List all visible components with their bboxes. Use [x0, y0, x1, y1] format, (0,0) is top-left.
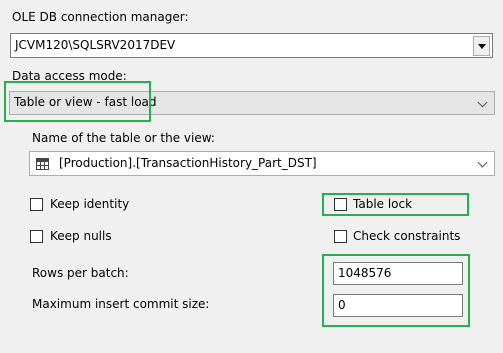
rows-per-batch-label: Rows per batch: [32, 266, 129, 280]
connection-manager-dropdown[interactable]: JCVM120\SQLSRV2017DEV [10, 33, 493, 58]
connection-dropdown-button[interactable] [473, 36, 490, 56]
rows-per-batch-value: 1048576 [338, 266, 392, 280]
table-icon [36, 158, 49, 170]
keep-nulls-checkbox[interactable] [30, 230, 43, 243]
data-access-mode-dropdown[interactable]: Table or view - fast load [9, 91, 495, 115]
max-insert-commit-size-label: Maximum insert commit size: [32, 297, 210, 311]
table-name-dropdown[interactable]: [Production].[TransactionHistory_Part_DS… [29, 151, 495, 176]
data-access-mode-value: Table or view - fast load [14, 95, 157, 109]
chevron-down-icon [477, 157, 488, 168]
connection-manager-label: OLE DB connection manager: [12, 10, 189, 24]
table-name-value: [Production].[TransactionHistory_Part_DS… [59, 156, 317, 170]
max-insert-commit-size-value: 0 [338, 298, 346, 312]
rows-per-batch-input[interactable]: 1048576 [333, 262, 463, 285]
keep-identity-label: Keep identity [50, 197, 130, 211]
destination-editor-panel: { "connection": { "label": "OLE DB conne… [0, 0, 503, 353]
table-lock-label: Table lock [353, 197, 413, 211]
max-insert-commit-size-input[interactable]: 0 [333, 294, 463, 317]
keep-nulls-label: Keep nulls [50, 229, 112, 243]
dropdown-arrow-icon [478, 44, 486, 49]
check-constraints-checkbox[interactable] [334, 230, 347, 243]
check-constraints-label: Check constraints [353, 229, 461, 243]
table-lock-checkbox[interactable] [334, 198, 347, 211]
keep-identity-checkbox[interactable] [30, 198, 43, 211]
table-name-label: Name of the table or the view: [32, 131, 215, 145]
chevron-down-icon [477, 97, 488, 108]
data-access-mode-label: Data access mode: [12, 69, 127, 83]
connection-manager-value: JCVM120\SQLSRV2017DEV [15, 38, 176, 52]
